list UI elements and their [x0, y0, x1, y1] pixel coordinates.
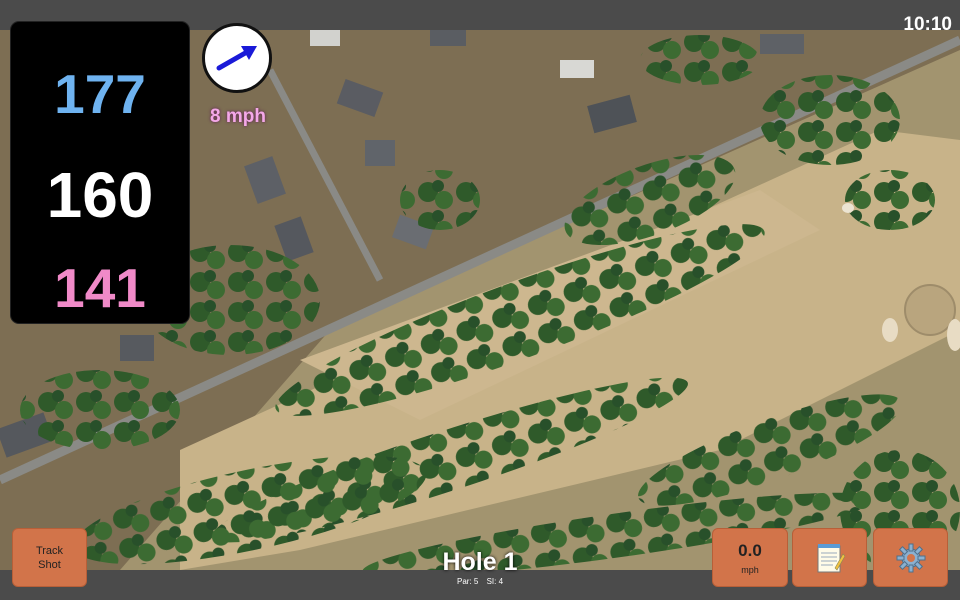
hole-par: Par: 5	[456, 577, 479, 586]
track-shot-label-line1: Track	[35, 544, 64, 557]
clock: 10:10	[903, 14, 952, 35]
track-shot-label-line2: Shot	[38, 558, 61, 571]
speed-button[interactable]: 0.0 mph	[712, 528, 788, 587]
wind-direction-arrow-icon	[216, 46, 257, 71]
wind-speed: 8 mph	[210, 106, 266, 127]
front-distance: 141	[54, 257, 146, 319]
speed-value: 0.0	[738, 540, 762, 560]
gear-icon	[896, 543, 925, 572]
distance-panel: 177 160 141	[11, 22, 189, 323]
notepad-icon	[817, 543, 845, 572]
track-shot-button[interactable]: Track Shot	[12, 528, 87, 587]
middle-distance: 160	[46, 159, 154, 231]
back-distance: 177	[54, 63, 146, 125]
settings-button[interactable]	[873, 528, 948, 587]
wind-direction-indicator	[202, 23, 272, 93]
speed-unit: mph	[741, 564, 759, 575]
notes-button[interactable]	[792, 528, 867, 587]
hole-stroke-index: SI: 4	[486, 577, 504, 586]
hole-info: Par: 5 SI: 4	[380, 577, 580, 586]
hole-title: Hole 1	[442, 548, 518, 576]
